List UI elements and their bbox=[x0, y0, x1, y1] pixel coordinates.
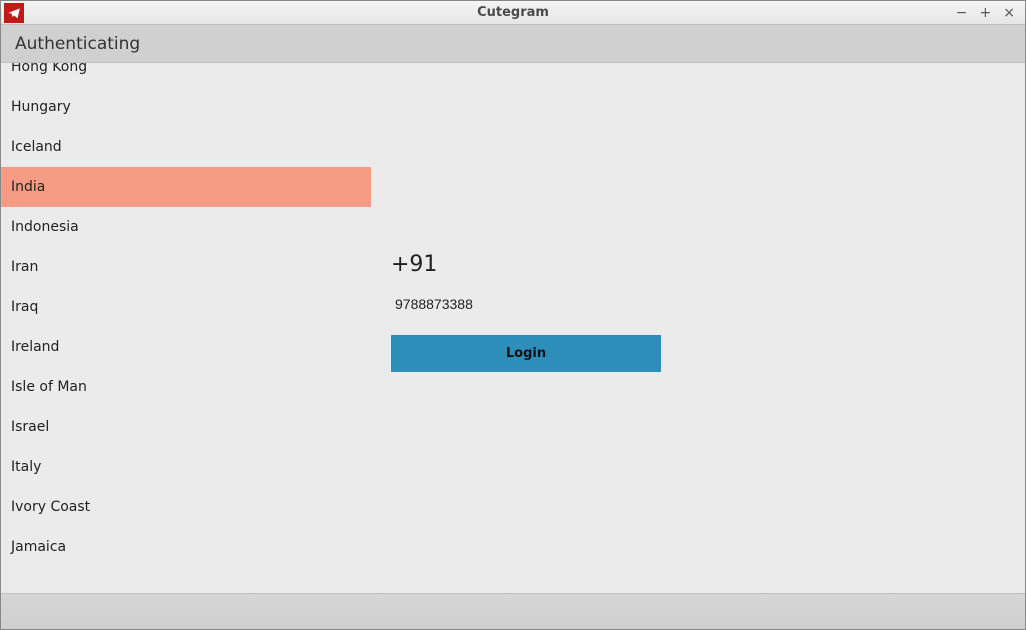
close-button[interactable]: × bbox=[1003, 6, 1015, 20]
content-area: Hong Kong Hungary Iceland India Indonesia Ira… bbox=[1, 63, 1025, 593]
header-bar: Authenticating bbox=[1, 25, 1025, 63]
page-title: Authenticating bbox=[15, 34, 140, 54]
login-panel: +91 Login bbox=[371, 63, 1025, 593]
dial-code-label: +91 bbox=[391, 252, 437, 277]
country-list[interactable]: Hong Kong Hungary Iceland India Indonesia Ira… bbox=[1, 63, 371, 593]
country-item[interactable]: Israel bbox=[1, 407, 371, 447]
country-item[interactable]: Iceland bbox=[1, 127, 371, 167]
country-item-label: Iceland bbox=[11, 139, 62, 155]
country-item-label: Hong Kong bbox=[11, 63, 87, 75]
country-item-label: Isle of Man bbox=[11, 379, 87, 395]
country-item-label: Jamaica bbox=[11, 539, 66, 555]
country-item[interactable]: Italy bbox=[1, 447, 371, 487]
country-item-label: Iran bbox=[11, 259, 38, 275]
country-item-label: India bbox=[11, 179, 45, 195]
login-button-label: Login bbox=[506, 346, 546, 361]
country-item-label: Italy bbox=[11, 459, 41, 475]
country-item[interactable]: Isle of Man bbox=[1, 367, 371, 407]
country-item-label: Hungary bbox=[11, 99, 71, 115]
maximize-button[interactable]: + bbox=[980, 6, 992, 20]
country-item[interactable]: India bbox=[1, 167, 371, 207]
country-item[interactable]: Indonesia bbox=[1, 207, 371, 247]
country-item[interactable]: Iraq bbox=[1, 287, 371, 327]
country-item-label: Ivory Coast bbox=[11, 499, 90, 515]
country-item-label: Iraq bbox=[11, 299, 38, 315]
country-item[interactable]: Ivory Coast bbox=[1, 487, 371, 527]
phone-input[interactable] bbox=[391, 291, 661, 317]
country-item-label: Israel bbox=[11, 419, 49, 435]
country-item-label: Indonesia bbox=[11, 219, 79, 235]
login-button[interactable]: Login bbox=[391, 335, 661, 372]
country-item[interactable]: Iran bbox=[1, 247, 371, 287]
country-item[interactable]: Ireland bbox=[1, 327, 371, 367]
telegram-icon bbox=[4, 3, 24, 23]
country-item[interactable]: Hungary bbox=[1, 87, 371, 127]
window-controls: − + × bbox=[956, 6, 1025, 20]
status-bar bbox=[1, 593, 1025, 629]
window-title: Cutegram bbox=[1, 5, 1025, 20]
titlebar: Cutegram − + × bbox=[1, 1, 1025, 25]
country-item[interactable]: Jamaica bbox=[1, 527, 371, 567]
country-item[interactable]: Hong Kong bbox=[1, 63, 371, 87]
minimize-button[interactable]: − bbox=[956, 6, 968, 20]
app-window: Cutegram − + × Authenticating Hong KongH… bbox=[0, 0, 1026, 630]
country-item-label: Ireland bbox=[11, 339, 59, 355]
